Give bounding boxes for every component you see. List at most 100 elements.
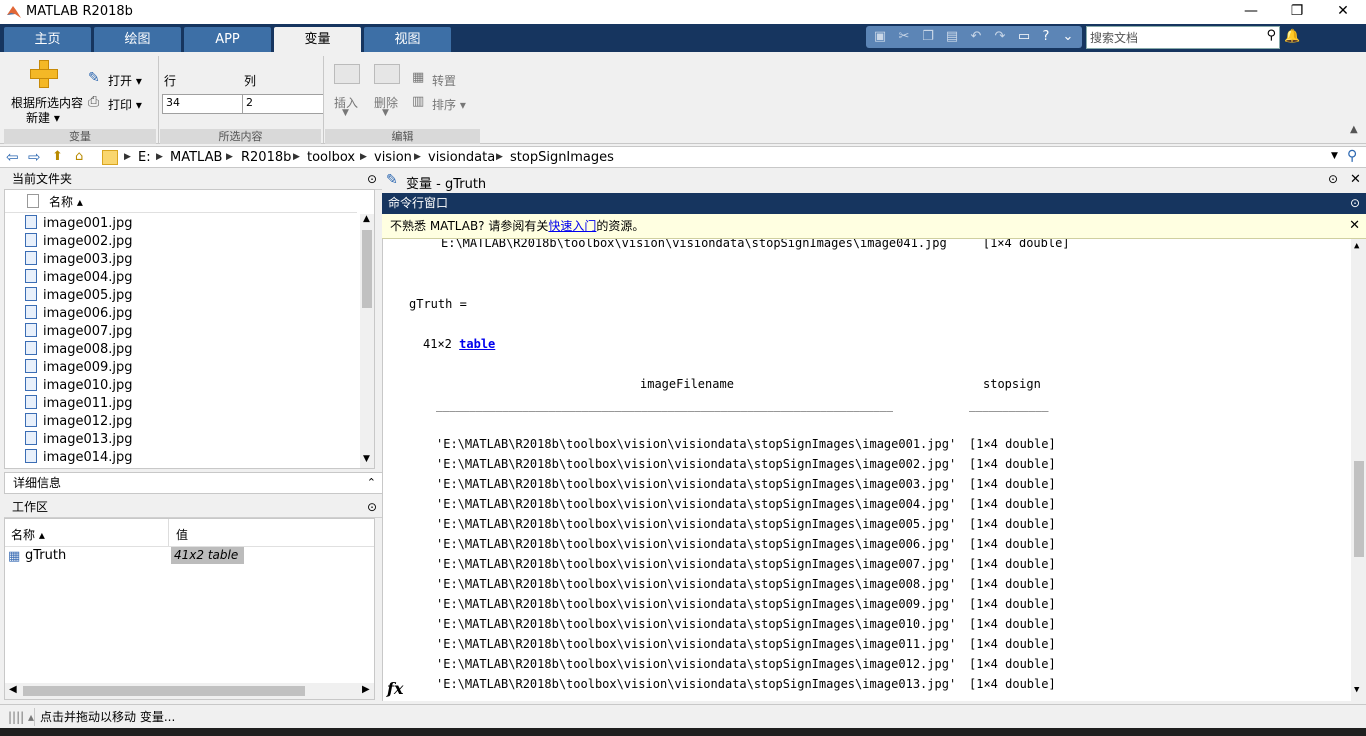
save-icon[interactable]: ▣ bbox=[872, 29, 888, 45]
redo-icon[interactable]: ↷ bbox=[992, 29, 1008, 45]
column-header-name[interactable]: 名称 ▴ bbox=[49, 193, 83, 210]
search-icon[interactable]: ⚲ bbox=[1266, 28, 1276, 43]
scroll-down-icon[interactable]: ▼ bbox=[363, 454, 370, 464]
scroll-thumb[interactable] bbox=[362, 230, 372, 308]
file-list-scrollbar[interactable]: ▲ ▼ bbox=[360, 214, 374, 468]
file-row[interactable]: image012.jpg bbox=[25, 413, 133, 431]
file-row[interactable]: image010.jpg bbox=[25, 377, 133, 395]
file-row[interactable]: image014.jpg bbox=[25, 449, 133, 467]
file-name: image008.jpg bbox=[43, 342, 133, 357]
notification-bell-icon[interactable]: 🔔 bbox=[1284, 29, 1300, 44]
details-header[interactable]: 详细信息 ⌃ bbox=[4, 472, 385, 494]
table-link[interactable]: table bbox=[459, 337, 495, 351]
scroll-up-icon[interactable]: ▲ bbox=[1354, 241, 1359, 251]
breadcrumb-toolbox[interactable]: toolbox bbox=[307, 150, 355, 165]
up-folder-icon[interactable]: ⬆ bbox=[52, 149, 63, 164]
file-row[interactable]: image008.jpg bbox=[25, 341, 133, 359]
forward-icon[interactable]: ⇨ bbox=[28, 148, 41, 166]
tab-home[interactable]: 主页 bbox=[4, 27, 91, 52]
print-button[interactable]: 打印 ▾ bbox=[108, 96, 142, 113]
copy-icon[interactable]: ❐ bbox=[920, 29, 936, 45]
breadcrumb-r2018b[interactable]: R2018b bbox=[241, 150, 291, 165]
help-icon[interactable]: ? bbox=[1038, 29, 1054, 45]
image-file-icon bbox=[25, 359, 37, 373]
panel-menu-icon[interactable]: ⊙ bbox=[1350, 193, 1360, 214]
file-row[interactable]: image009.jpg bbox=[25, 359, 133, 377]
expand-details-icon[interactable]: ⌃ bbox=[367, 473, 376, 493]
file-list-header: 名称 ▴ bbox=[5, 190, 357, 213]
undo-icon[interactable]: ↶ bbox=[968, 29, 984, 45]
sort-button[interactable]: 排序 ▾ bbox=[432, 96, 466, 113]
panel-menu-icon[interactable]: ⊙ bbox=[367, 169, 377, 189]
tab-plots[interactable]: 绘图 bbox=[94, 27, 181, 52]
file-row[interactable]: image005.jpg bbox=[25, 287, 133, 305]
close-tip-icon[interactable]: ✕ bbox=[1349, 214, 1360, 238]
command-window-output[interactable]: E:\MATLAB\R2018b\toolbox\vision\visionda… bbox=[382, 239, 1366, 701]
quick-start-link[interactable]: 快速入门 bbox=[548, 219, 596, 233]
browse-folder-icon[interactable]: ⌂ bbox=[75, 149, 83, 164]
file-row[interactable]: image004.jpg bbox=[25, 269, 133, 287]
scroll-right-icon[interactable]: ▶ bbox=[362, 684, 370, 695]
file-row[interactable]: image006.jpg bbox=[25, 305, 133, 323]
table-row-value: [1×4 double] bbox=[969, 617, 1056, 631]
breadcrumb-stopsignimages[interactable]: stopSignImages bbox=[510, 150, 614, 165]
workspace-hscrollbar[interactable]: ◀ ▶ bbox=[5, 683, 374, 699]
restore-button[interactable]: ❐ bbox=[1274, 0, 1320, 24]
file-row[interactable]: image007.jpg bbox=[25, 323, 133, 341]
search-folder-icon[interactable]: ⚲ bbox=[1347, 148, 1357, 164]
file-row[interactable]: image011.jpg bbox=[25, 395, 133, 413]
panel-menu-icon[interactable]: ⊙ bbox=[367, 497, 377, 517]
cut-icon[interactable]: ✂ bbox=[896, 29, 912, 45]
transpose-button[interactable]: 转置 bbox=[432, 72, 456, 89]
insert-dropdown-icon[interactable]: ▼ bbox=[342, 108, 349, 118]
breadcrumb-matlab[interactable]: MATLAB bbox=[170, 150, 222, 165]
switch-windows-icon[interactable]: ▭ bbox=[1016, 29, 1032, 45]
table-row-value: [1×4 double] bbox=[969, 677, 1056, 691]
scroll-left-icon[interactable]: ◀ bbox=[9, 684, 17, 695]
paste-icon[interactable]: ▤ bbox=[944, 29, 960, 45]
back-icon[interactable]: ⇦ bbox=[6, 148, 19, 166]
breadcrumb-visiondata[interactable]: visiondata bbox=[428, 150, 495, 165]
address-dropdown-icon[interactable]: ▼ bbox=[1331, 151, 1338, 161]
scroll-thumb[interactable] bbox=[1354, 461, 1364, 557]
column-header-value[interactable]: 值 bbox=[176, 526, 188, 543]
panel-menu-icon[interactable]: ⊙ bbox=[1328, 172, 1338, 186]
scroll-up-icon[interactable]: ▲ bbox=[363, 214, 370, 224]
collapse-toolstrip-icon[interactable]: ▲ bbox=[1350, 124, 1358, 135]
new-button[interactable]: 新建 ▾ bbox=[26, 109, 60, 126]
file-row[interactable]: image013.jpg bbox=[25, 431, 133, 449]
breadcrumb-e[interactable]: E: bbox=[138, 150, 151, 165]
search-documentation-input[interactable]: 搜索文档 ⚲ bbox=[1086, 26, 1280, 49]
table-row-value: [1×4 double] bbox=[969, 537, 1056, 551]
group-label-edit: 编辑 bbox=[325, 129, 480, 144]
file-row[interactable]: image003.jpg bbox=[25, 251, 133, 269]
delete-dropdown-icon[interactable]: ▼ bbox=[382, 108, 389, 118]
row-input[interactable]: 34 bbox=[162, 94, 244, 114]
size-text: 41×2 bbox=[423, 337, 452, 351]
file-row[interactable]: image002.jpg bbox=[25, 233, 133, 251]
workspace-table: 名称 ▴ 值 ▦ gTruth 41x2 table ◀ ▶ bbox=[4, 518, 375, 700]
breadcrumb-vision[interactable]: vision bbox=[374, 150, 412, 165]
table-row-file: 'E:\MATLAB\R2018b\toolbox\vision\visiond… bbox=[436, 537, 957, 551]
title-bar: MATLAB R2018b — ❐ ✕ bbox=[0, 0, 1366, 24]
scroll-thumb[interactable] bbox=[23, 686, 305, 696]
toolstrip: 根据所选内容 新建 ▾ ✎ 打开 ▾ ⎙ 打印 ▾ 行 列 34 2 插入 ▼ … bbox=[0, 52, 1366, 144]
output-line: E:\MATLAB\R2018b\toolbox\vision\visionda… bbox=[441, 239, 1070, 250]
minimize-button[interactable]: — bbox=[1228, 0, 1274, 24]
status-grip-icon[interactable]: |||| ▴ bbox=[8, 705, 34, 729]
group-label-selection: 所选内容 bbox=[160, 129, 321, 144]
workspace-row[interactable]: ▦ gTruth 41x2 table bbox=[5, 547, 374, 565]
column-header-name[interactable]: 名称 ▴ bbox=[11, 526, 45, 543]
scroll-down-icon[interactable]: ▼ bbox=[1354, 685, 1359, 695]
command-window-scrollbar[interactable]: ▲ ▼ bbox=[1351, 239, 1366, 701]
col-input[interactable]: 2 bbox=[242, 94, 324, 114]
tab-variable[interactable]: 变量 bbox=[274, 27, 361, 52]
close-editor-icon[interactable]: ✕ bbox=[1350, 172, 1361, 187]
tab-apps[interactable]: APP bbox=[184, 27, 271, 52]
options-icon[interactable]: ⌄ bbox=[1060, 29, 1076, 45]
open-button[interactable]: 打开 ▾ bbox=[108, 72, 142, 89]
fx-prompt-icon[interactable]: fx bbox=[387, 679, 403, 698]
tab-view[interactable]: 视图 bbox=[364, 27, 451, 52]
close-button[interactable]: ✕ bbox=[1320, 0, 1366, 24]
file-row[interactable]: image001.jpg bbox=[25, 215, 133, 233]
